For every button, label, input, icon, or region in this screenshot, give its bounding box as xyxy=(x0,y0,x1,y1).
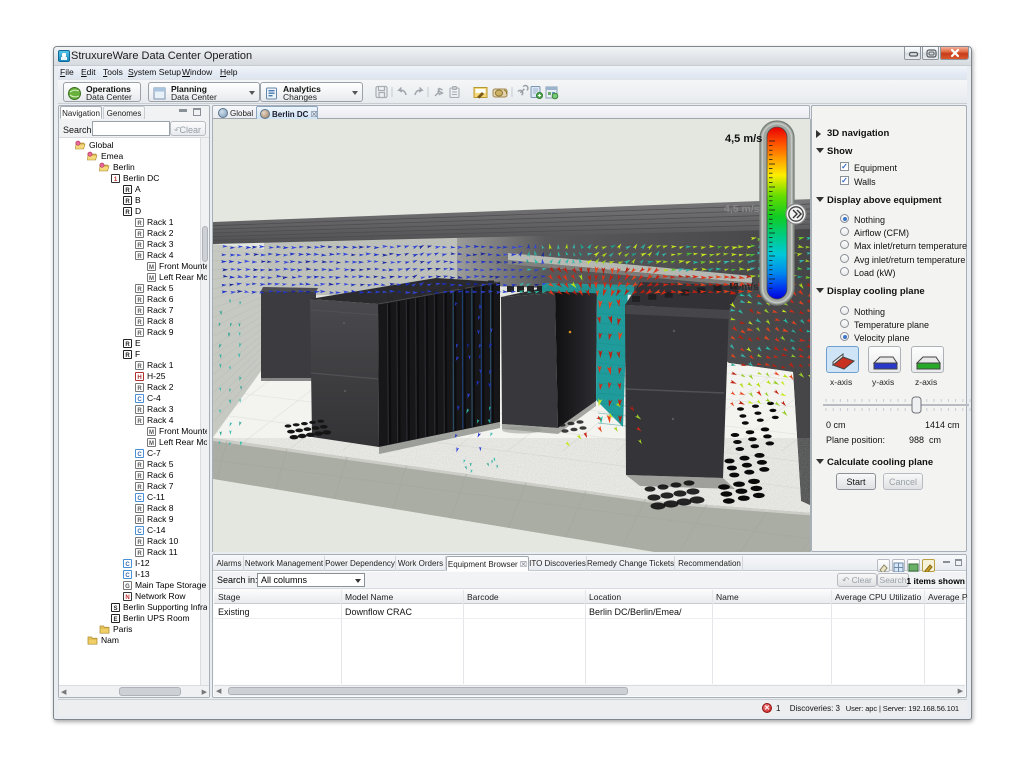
svg-text:4,5 m/s: 4,5 m/s xyxy=(724,203,760,215)
svg-text:0 m/s: 0 m/s xyxy=(733,282,759,293)
svg-text:4,5 m/s: 4,5 m/s xyxy=(725,133,762,145)
